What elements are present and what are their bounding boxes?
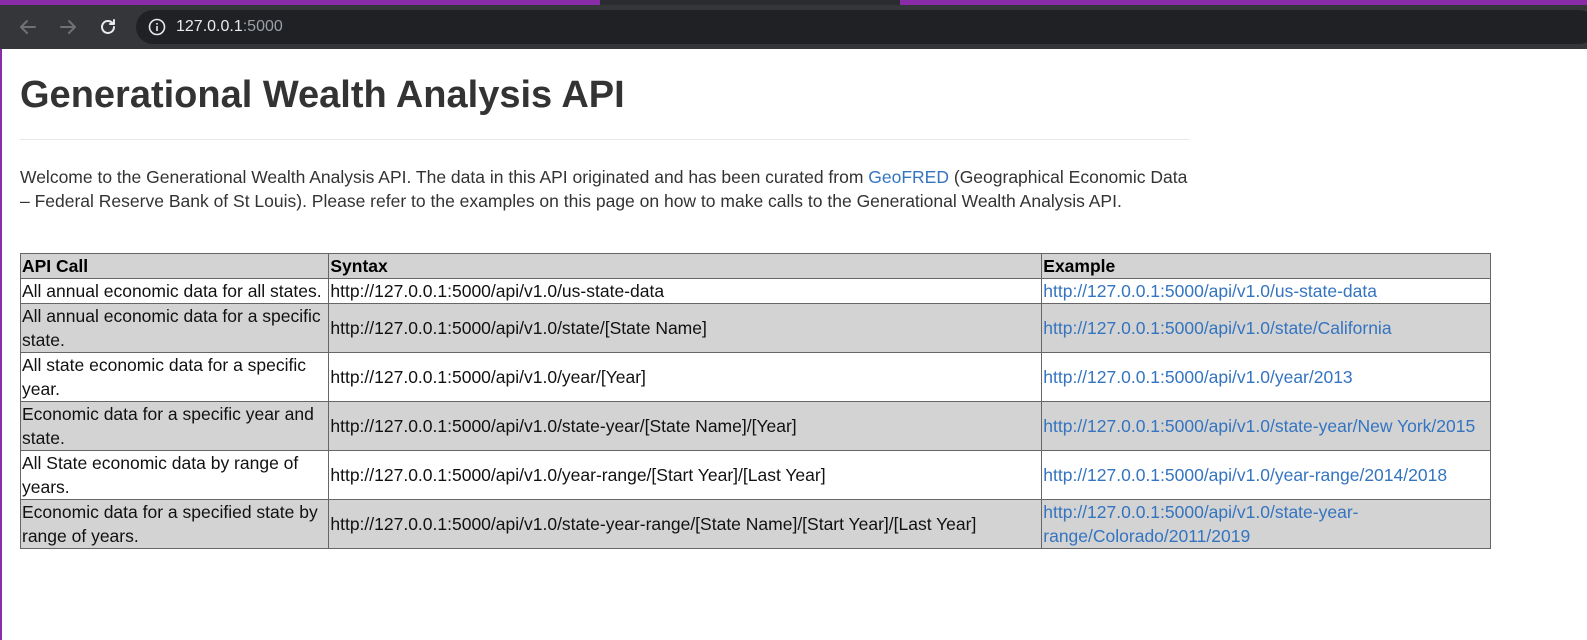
api-call-cell: All State economic data by range of year… (19, 450, 330, 500)
column-header-example: Example (1041, 253, 1491, 279)
example-link[interactable]: http://127.0.0.1:5000/api/v1.0/us-state-… (1043, 281, 1377, 301)
window-edge (0, 49, 2, 640)
api-call-cell: All annual economic data for all states. (19, 278, 330, 304)
syntax-cell: http://127.0.0.1:5000/api/v1.0/year/[Yea… (328, 352, 1043, 402)
url-port: :5000 (242, 18, 283, 35)
table-row: Economic data for a specified state by r… (19, 499, 1491, 549)
api-call-cell: Economic data for a specified state by r… (19, 499, 330, 549)
example-link[interactable]: http://127.0.0.1:5000/api/v1.0/state-yea… (1043, 416, 1475, 436)
example-link[interactable]: http://127.0.0.1:5000/api/v1.0/year/2013 (1043, 367, 1352, 387)
table-row: All State economic data by range of year… (19, 450, 1491, 500)
syntax-cell: http://127.0.0.1:5000/api/v1.0/state/[St… (328, 303, 1043, 353)
info-icon[interactable] (148, 18, 166, 36)
table-header-row: API Call Syntax Example (19, 253, 1491, 279)
example-cell: http://127.0.0.1:5000/api/v1.0/state-yea… (1041, 401, 1491, 451)
arrow-right-icon (60, 20, 76, 34)
browser-toolbar: 127.0.0.1:5000 (0, 5, 1587, 49)
table-row: All state economic data for a specific y… (19, 352, 1491, 402)
title-divider (20, 139, 1190, 140)
example-cell: http://127.0.0.1:5000/api/v1.0/state/Cal… (1041, 303, 1491, 353)
arrow-left-icon (20, 20, 36, 34)
url-text[interactable]: 127.0.0.1:5000 (176, 17, 283, 37)
example-cell: http://127.0.0.1:5000/api/v1.0/state-yea… (1041, 499, 1491, 549)
example-link[interactable]: http://127.0.0.1:5000/api/v1.0/year-rang… (1043, 465, 1447, 485)
column-header-syntax: Syntax (328, 253, 1043, 279)
table-row: All annual economic data for a specific … (19, 303, 1491, 353)
example-link[interactable]: http://127.0.0.1:5000/api/v1.0/state/Cal… (1043, 318, 1391, 338)
page-title: Generational Wealth Analysis API (20, 74, 625, 116)
syntax-cell: http://127.0.0.1:5000/api/v1.0/us-state-… (328, 278, 1043, 304)
api-call-cell: All annual economic data for a specific … (19, 303, 330, 353)
api-call-cell: All state economic data for a specific y… (19, 352, 330, 402)
reload-icon (101, 19, 115, 34)
column-header-api-call: API Call (19, 253, 330, 279)
intro-text-start: Welcome to the Generational Wealth Analy… (20, 167, 869, 187)
syntax-cell: http://127.0.0.1:5000/api/v1.0/state-yea… (328, 499, 1043, 549)
api-table: API Call Syntax Example All annual econo… (19, 253, 1491, 549)
forward-button[interactable] (52, 11, 84, 43)
example-link[interactable]: http://127.0.0.1:5000/api/v1.0/state-yea… (1043, 502, 1358, 546)
geofred-link[interactable]: GeoFRED (868, 167, 949, 187)
table-row: Economic data for a specific year and st… (19, 401, 1491, 451)
intro-paragraph: Welcome to the Generational Wealth Analy… (20, 165, 1195, 213)
address-bar[interactable]: 127.0.0.1:5000 (136, 10, 1587, 44)
reload-button[interactable] (92, 11, 124, 43)
url-host: 127.0.0.1 (176, 18, 243, 35)
api-call-cell: Economic data for a specific year and st… (19, 401, 330, 451)
example-cell: http://127.0.0.1:5000/api/v1.0/year/2013 (1041, 352, 1491, 402)
example-cell: http://127.0.0.1:5000/api/v1.0/us-state-… (1041, 278, 1491, 304)
example-cell: http://127.0.0.1:5000/api/v1.0/year-rang… (1041, 450, 1491, 500)
syntax-cell: http://127.0.0.1:5000/api/v1.0/state-yea… (328, 401, 1043, 451)
table-row: All annual economic data for all states.… (19, 278, 1491, 304)
back-button[interactable] (12, 11, 44, 43)
syntax-cell: http://127.0.0.1:5000/api/v1.0/year-rang… (328, 450, 1043, 500)
